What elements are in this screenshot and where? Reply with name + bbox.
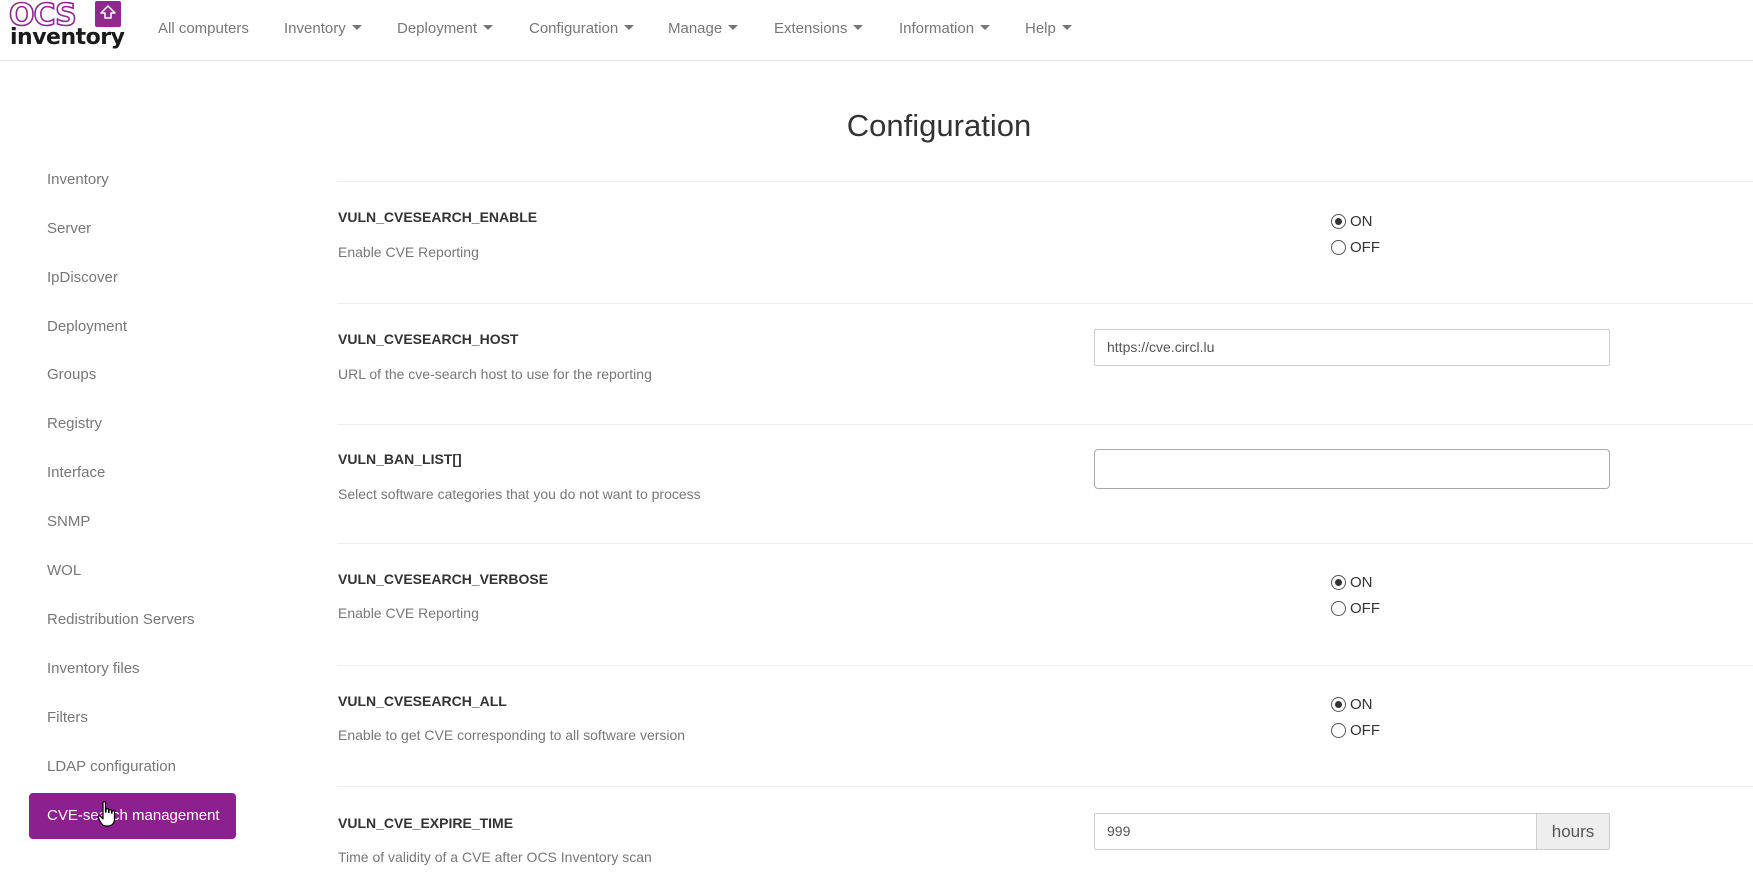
caret-down-icon xyxy=(853,25,864,30)
radio-all-off[interactable]: OFF xyxy=(1331,722,1380,739)
radio-unchecked-icon xyxy=(1331,240,1346,255)
sidebar-item-ldap-configuration[interactable]: LDAP configuration xyxy=(47,758,176,775)
row-divider xyxy=(337,543,1753,544)
sidebar-item-snmp[interactable]: SNMP xyxy=(47,513,90,530)
caret-down-icon xyxy=(483,25,494,30)
nav-deployment-label: Deployment xyxy=(397,20,478,37)
radio-checked-icon xyxy=(1331,575,1346,590)
nav-configuration-label: Configuration xyxy=(529,20,619,37)
radio-label: OFF xyxy=(1350,600,1380,617)
nav-manage-label: Manage xyxy=(668,20,723,37)
radio-enable-off[interactable]: OFF xyxy=(1331,239,1380,256)
sidebar-item-ipdiscover[interactable]: IpDiscover xyxy=(47,269,118,286)
radio-checked-icon xyxy=(1331,214,1346,229)
radio-unchecked-icon xyxy=(1331,723,1346,738)
sidebar-item-server[interactable]: Server xyxy=(47,220,91,237)
caret-down-icon xyxy=(980,25,991,30)
sidebar-item-cve-search-management[interactable]: CVE-search management xyxy=(29,793,236,839)
nav-configuration-menu[interactable]: Configuration xyxy=(529,20,635,37)
nav-manage-menu[interactable]: Manage xyxy=(668,20,739,37)
nav-information-menu[interactable]: Information xyxy=(899,20,991,37)
top-navbar: OCS inventory All computers Inventory De… xyxy=(0,0,1753,61)
setting-description: URL of the cve-search host to use for th… xyxy=(338,366,652,382)
caret-down-icon xyxy=(1061,25,1072,30)
caret-down-icon xyxy=(351,25,362,30)
nav-inventory-label: Inventory xyxy=(284,20,346,37)
setting-name: VULN_CVESEARCH_ENABLE xyxy=(338,209,538,225)
sidebar-item-deployment[interactable]: Deployment xyxy=(47,318,127,335)
ban-list-multiselect[interactable] xyxy=(1094,449,1610,489)
setting-name: VULN_CVESEARCH_ALL xyxy=(338,693,507,709)
radio-label: OFF xyxy=(1350,239,1380,256)
sidebar-item-registry[interactable]: Registry xyxy=(47,415,102,432)
setting-description: Enable CVE Reporting xyxy=(338,244,479,260)
setting-description: Time of validity of a CVE after OCS Inve… xyxy=(338,849,652,865)
cve-expire-time-input[interactable]: 999 xyxy=(1094,813,1536,850)
page-title: Configuration xyxy=(846,108,1032,143)
row-divider xyxy=(337,786,1753,787)
radio-label: ON xyxy=(1350,696,1373,713)
radio-label: ON xyxy=(1350,213,1373,230)
sidebar-item-redistribution-servers[interactable]: Redistribution Servers xyxy=(47,611,195,628)
logo-upload-icon xyxy=(95,1,121,27)
caret-down-icon xyxy=(728,25,739,30)
cvesearch-host-input[interactable]: https://cve.circl.lu xyxy=(1094,329,1610,366)
sidebar-item-inventory[interactable]: Inventory xyxy=(47,171,109,188)
row-divider xyxy=(337,181,1753,182)
nav-deployment-menu[interactable]: Deployment xyxy=(397,20,494,37)
setting-name: VULN_BAN_LIST[] xyxy=(338,451,462,467)
sidebar-item-inventory-files[interactable]: Inventory files xyxy=(47,660,140,677)
radio-checked-icon xyxy=(1331,697,1346,712)
sidebar-item-interface[interactable]: Interface xyxy=(47,464,105,481)
setting-description: Enable to get CVE corresponding to all s… xyxy=(338,727,686,743)
nav-help-menu[interactable]: Help xyxy=(1025,20,1072,37)
caret-down-icon xyxy=(624,25,635,30)
sidebar-item-groups[interactable]: Groups xyxy=(47,366,96,383)
sidebar-item-wol[interactable]: WOL xyxy=(47,562,81,579)
nav-extensions-label: Extensions xyxy=(774,20,848,37)
hours-unit-addon: hours xyxy=(1536,813,1610,850)
logo-text-inventory: inventory xyxy=(10,25,125,50)
radio-verbose-on[interactable]: ON xyxy=(1331,574,1373,591)
radio-label: ON xyxy=(1350,574,1373,591)
nav-extensions-menu[interactable]: Extensions xyxy=(774,20,864,37)
ocs-inventory-logo[interactable]: OCS inventory xyxy=(8,0,125,51)
setting-description: Select software categories that you do n… xyxy=(338,486,701,502)
radio-unchecked-icon xyxy=(1331,601,1346,616)
row-divider xyxy=(337,424,1753,425)
setting-description: Enable CVE Reporting xyxy=(338,605,479,621)
radio-verbose-off[interactable]: OFF xyxy=(1331,600,1380,617)
radio-enable-on[interactable]: ON xyxy=(1331,213,1373,230)
row-divider xyxy=(337,665,1753,666)
radio-label: OFF xyxy=(1350,722,1380,739)
radio-all-on[interactable]: ON xyxy=(1331,696,1373,713)
hand-cursor-icon xyxy=(97,801,116,827)
nav-help-label: Help xyxy=(1025,20,1056,37)
row-divider xyxy=(337,303,1753,304)
setting-name: VULN_CVE_EXPIRE_TIME xyxy=(338,815,514,831)
nav-all-computers[interactable]: All computers xyxy=(158,20,249,37)
nav-inventory-menu[interactable]: Inventory xyxy=(284,20,362,37)
setting-name: VULN_CVESEARCH_HOST xyxy=(338,331,519,347)
setting-name: VULN_CVESEARCH_VERBOSE xyxy=(338,571,549,587)
sidebar-item-filters[interactable]: Filters xyxy=(47,709,88,726)
nav-information-label: Information xyxy=(899,20,975,37)
